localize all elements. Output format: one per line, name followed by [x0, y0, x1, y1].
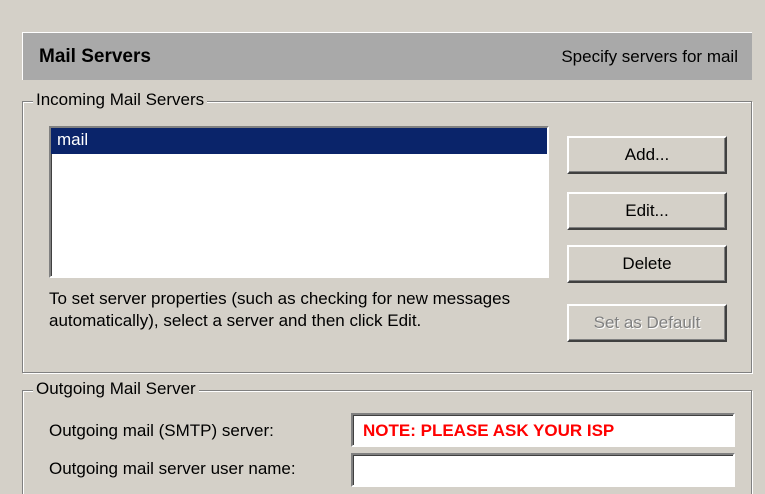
page-header: Mail Servers Specify servers for mail: [22, 32, 752, 80]
smtp-username-label: Outgoing mail server user name:: [49, 459, 296, 478]
incoming-servers-list[interactable]: mail: [49, 126, 549, 278]
edit-button[interactable]: Edit...: [567, 192, 727, 230]
incoming-help-text: To set server properties (such as checki…: [49, 289, 511, 330]
smtp-username-field[interactable]: [351, 453, 735, 487]
outgoing-mail-server-group: Outgoing Mail Server Outgoing mail (SMTP…: [22, 379, 752, 494]
page-title: Mail Servers: [39, 46, 151, 67]
incoming-mail-servers-group: Incoming Mail Servers mail Add... Edit..…: [22, 90, 752, 373]
smtp-server-label: Outgoing mail (SMTP) server:: [49, 421, 274, 440]
server-list-item[interactable]: mail: [51, 128, 547, 154]
outgoing-group-label: Outgoing Mail Server: [33, 379, 199, 399]
delete-button[interactable]: Delete: [567, 245, 727, 283]
page-subtitle: Specify servers for mail: [561, 47, 738, 66]
add-button[interactable]: Add...: [567, 136, 727, 174]
smtp-server-field[interactable]: NOTE: PLEASE ASK YOUR ISP: [351, 413, 735, 447]
set-as-default-button: Set as Default: [567, 304, 727, 342]
incoming-group-label: Incoming Mail Servers: [33, 90, 208, 110]
mail-servers-page: Mail Servers Specify servers for mail In…: [0, 0, 765, 494]
